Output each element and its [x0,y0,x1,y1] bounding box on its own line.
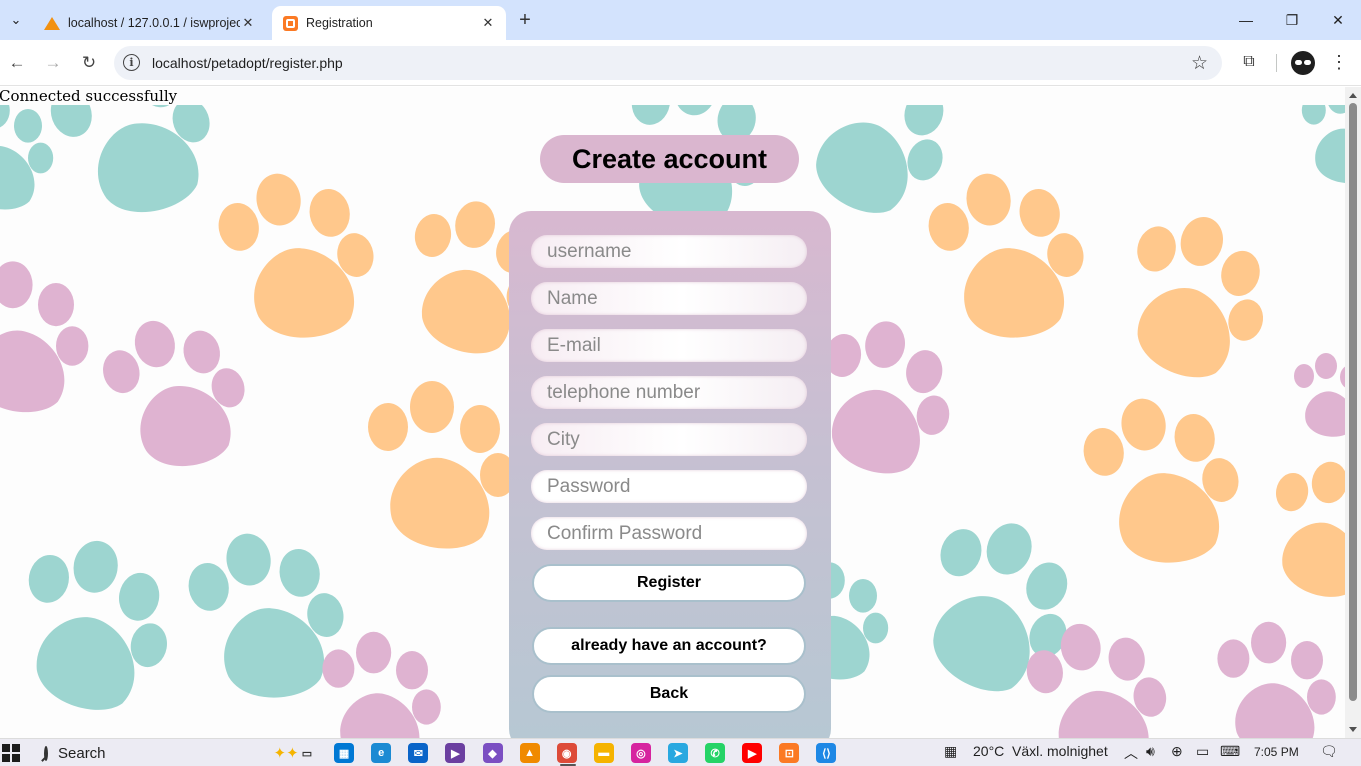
tab-title: localhost / 127.0.0.1 / iswprojec [68,16,240,30]
xampp-icon [282,15,298,31]
paw-print-icon [322,631,441,738]
paw-print-icon [928,173,1084,338]
back-button[interactable]: Back [532,675,806,713]
browser-tab-strip: ⌄ localhost / 127.0.0.1 / iswprojec ✕ Re… [0,0,1361,40]
city-input[interactable] [531,423,807,456]
scroll-up-arrow-icon[interactable] [1349,93,1357,98]
paw-print-icon [1137,216,1264,378]
page-title: Create account [540,135,799,183]
kebab-menu-icon[interactable]: ⋮ [1328,51,1350,73]
tab-registration[interactable]: Registration ✕ [272,6,506,40]
reload-icon[interactable]: ↻ [77,51,101,75]
file-explorer-icon[interactable]: ▬ [593,743,614,763]
avatar-icon[interactable] [1291,51,1315,75]
page-scrollbar[interactable] [1345,87,1361,738]
tab-search-chevron-icon[interactable]: ⌄ [4,8,28,32]
new-tab-plus-icon[interactable]: + [514,10,536,32]
chrome-icon[interactable]: ◉ [556,743,577,763]
close-icon[interactable]: ✕ [240,15,256,31]
info-icon[interactable]: i [123,54,140,71]
speaker-icon[interactable]: 🔊︎ [1146,743,1155,760]
store-icon[interactable]: ▦ [334,743,355,763]
confirm-password-input[interactable] [531,517,807,550]
tab-phpmyadmin[interactable]: localhost / 127.0.0.1 / iswprojec ✕ [34,6,266,40]
connection-status: Connected successfully [0,87,178,105]
url-text[interactable]: localhost/petadopt/register.php [152,55,343,71]
username-input[interactable] [531,235,807,268]
xampp-icon[interactable]: ⊡ [779,743,800,763]
youtube-icon[interactable]: ▶ [742,743,763,763]
paw-print-icon [1083,398,1239,563]
weather-temp[interactable]: 20°C [973,743,1004,759]
paw-print-icon [1275,461,1345,597]
paw-print-icon [0,105,54,210]
password-input[interactable] [531,470,807,503]
battery-icon[interactable]: ▭ [1196,743,1209,760]
minimize-icon[interactable]: — [1226,8,1266,32]
search-icon [44,745,48,761]
page-viewport: Connected successfully Create account Re… [0,87,1345,738]
browser-toolbar: ← → ↻ i localhost/petadopt/register.php … [0,40,1361,86]
edge-icon[interactable]: e [371,743,392,763]
taskbar-search-label: Search [58,744,106,762]
weather-icon[interactable]: ▦ [944,743,957,760]
close-icon[interactable]: ✕ [480,15,496,31]
paw-print-icon [1294,353,1345,437]
copilot-sparkle-icon: ✦✦ [273,745,299,762]
whatsapp-icon[interactable]: ✆ [705,743,726,763]
scroll-down-arrow-icon[interactable] [1349,727,1357,732]
login-link-button[interactable]: already have an account? [532,627,806,665]
taskbar-search[interactable]: Search ✦✦ [34,741,299,765]
visual-studio-icon[interactable]: ◆ [482,743,503,763]
restore-icon[interactable]: ❐ [1272,8,1312,32]
mail-icon[interactable]: ✉ [408,743,429,763]
paw-print-icon [0,261,89,413]
registration-form: Register already have an account? Back [509,211,831,738]
instagram-icon[interactable]: ◎ [630,743,651,763]
notifications-icon[interactable]: 🗨︎ [1320,743,1338,760]
vscode-icon[interactable]: ⟨⟩ [816,743,837,763]
keyboard-icon[interactable]: ⌨ [1220,743,1240,760]
paw-print-icon [933,523,1068,692]
star-icon[interactable]: ☆ [1191,52,1208,75]
phpmyadmin-icon [44,15,60,31]
weather-description[interactable]: Växl. molnighet [1012,743,1108,759]
paw-print-icon [1301,105,1345,183]
media-player-icon[interactable]: ▶ [445,743,466,763]
windows-taskbar: Search ✦✦ ▭ ▦ e ✉ ▶ ◆ ▲ ◉ ▬ ◎ ➤ ✆ ▶ ⊡ ⟨⟩ ▦ 20°C Växl. … [0,738,1361,766]
toolbar-divider [1276,54,1277,72]
windows-start-icon[interactable] [2,744,20,762]
paw-print-icon [368,381,516,549]
task-view-icon[interactable]: ▭ [297,743,317,763]
name-input[interactable] [531,282,807,315]
close-window-icon[interactable]: ✕ [1318,8,1358,32]
scrollbar-thumb[interactable] [1349,103,1357,701]
chevron-up-icon[interactable]: ︿ [1124,743,1138,763]
paw-print-icon [218,173,374,338]
clock[interactable]: 7:05 PM [1254,745,1299,759]
telephone-input[interactable] [531,376,807,409]
telegram-icon[interactable]: ➤ [668,743,688,763]
email-input[interactable] [531,329,807,362]
paw-print-icon [28,540,167,710]
tab-title: Registration [306,16,373,30]
arrow-left-icon[interactable]: ← [5,51,29,75]
puzzle-icon[interactable]: ⧉ [1238,51,1260,73]
vlc-icon[interactable]: ▲ [519,743,540,763]
paw-print-icon [1217,621,1336,738]
globe-icon[interactable]: ⊕ [1171,743,1183,760]
paw-print-icon [50,105,210,213]
register-button[interactable]: Register [532,564,806,602]
address-bar[interactable]: i localhost/petadopt/register.php ☆ [114,46,1222,80]
arrow-right-icon[interactable]: → [41,51,65,75]
paw-print-icon [103,320,245,467]
